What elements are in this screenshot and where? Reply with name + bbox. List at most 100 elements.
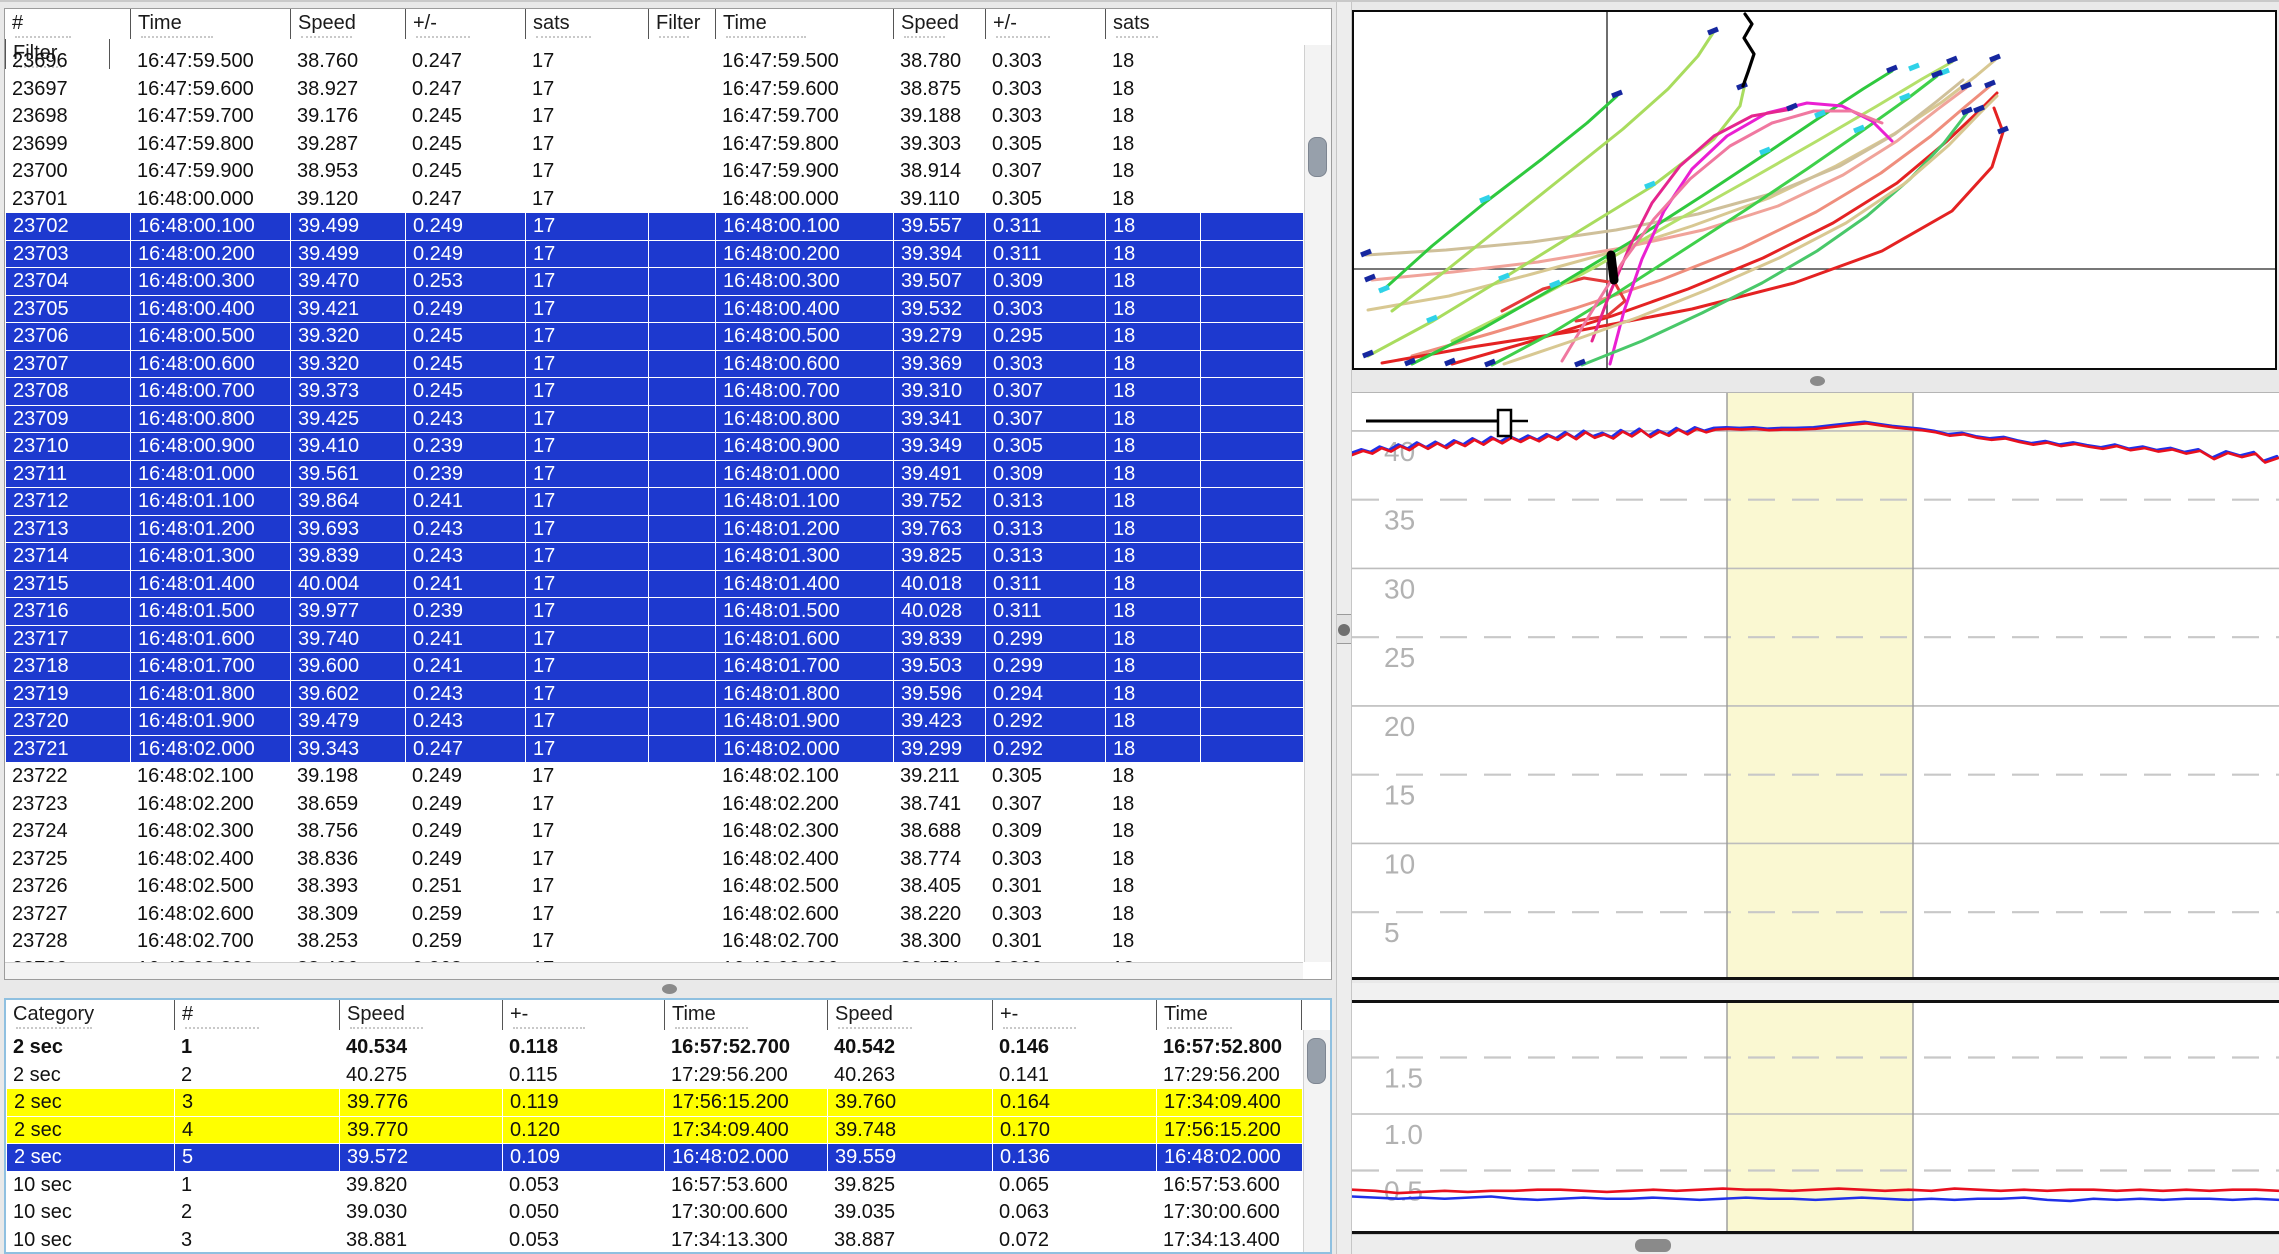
table-row[interactable]: 2 sec 3 39.776 0.119 17:56:15.200 39.760 0.164…: [6, 1089, 1302, 1117]
table-cell: 16:57:53.600: [671, 1173, 788, 1196]
map-splitter[interactable]: [1352, 370, 2277, 392]
column-header-[interactable]: +-: [502, 1000, 664, 1030]
table-cell: [1200, 680, 1303, 708]
table-row[interactable]: 23720 16:48:01.900 39.479 0.243 17 16:48:01.9…: [5, 708, 1303, 736]
column-header-time[interactable]: Time: [1156, 1000, 1302, 1030]
table-row[interactable]: 2 sec 4 39.770 0.120 17:34:09.400 39.748 0.170…: [6, 1116, 1302, 1144]
table-row[interactable]: 23717 16:48:01.600 39.740 0.241 17 16:48:01.6…: [5, 625, 1303, 653]
column-header-[interactable]: +/-: [405, 9, 525, 39]
track-map-panel[interactable]: [1352, 10, 2277, 370]
horizontal-splitter[interactable]: [0, 980, 1336, 998]
results-table-scrollbar[interactable]: [1303, 1030, 1330, 1252]
table-row[interactable]: 23700 16:47:59.900 38.953 0.245 17 16:47:59.9…: [5, 158, 1303, 186]
column-header-[interactable]: +/-: [985, 9, 1105, 39]
table-row[interactable]: 2 sec 1 40.534 0.118 16:57:52.700 40.542 0.146…: [6, 1034, 1302, 1062]
table-row[interactable]: 2 sec 2 40.275 0.115 17:29:56.200 40.263 0.141…: [6, 1062, 1302, 1090]
table-cell: [648, 680, 715, 708]
error-chart[interactable]: 1.51.00.5: [1352, 1003, 2279, 1231]
scrollbar-thumb[interactable]: [1308, 137, 1327, 177]
table-cell: 0.239: [405, 433, 525, 461]
column-header-time[interactable]: Time: [664, 1000, 827, 1030]
table-cell: 18: [1105, 735, 1200, 763]
table-row[interactable]: 10 sec 2 39.030 0.050 17:30:00.600 39.035 0.06…: [6, 1199, 1302, 1227]
table-cell: 39.491: [893, 460, 985, 488]
table-cell: 17: [532, 930, 555, 952]
table-cell: 16:48:00.100: [715, 213, 893, 241]
table-row[interactable]: 10 sec 3 38.881 0.053 17:34:13.300 38.887 0.07…: [6, 1227, 1302, 1254]
trackpoint-table-body[interactable]: 23696 16:47:59.500 38.760 0.247 17 16:47:59.5…: [5, 48, 1303, 964]
vertical-splitter[interactable]: [1336, 2, 1352, 1254]
table-cell: 0.245: [412, 105, 463, 127]
table-row[interactable]: 23728 16:48:02.700 38.253 0.259 17 16:48:02.7…: [5, 928, 1303, 956]
track-map[interactable]: [1354, 12, 2275, 368]
table-cell: 16:47:59.500: [722, 50, 839, 72]
table-cell: [648, 570, 715, 598]
scrollbar-thumb[interactable]: [1635, 1239, 1671, 1252]
table-row[interactable]: 23705 16:48:00.400 39.421 0.249 17 16:48:00.4…: [5, 295, 1303, 323]
table-row[interactable]: 23712 16:48:01.100 39.864 0.241 17 16:48:01.1…: [5, 488, 1303, 516]
table-row[interactable]: 23727 16:48:02.600 38.309 0.259 17 16:48:02.6…: [5, 901, 1303, 929]
results-table-body[interactable]: 2 sec 1 40.534 0.118 16:57:52.700 40.542 0.146…: [6, 1034, 1302, 1254]
table-row[interactable]: 23699 16:47:59.800 39.287 0.245 17 16:47:59.8…: [5, 131, 1303, 159]
column-header-[interactable]: #: [5, 9, 130, 39]
table-row[interactable]: 23713 16:48:01.200 39.693 0.243 17 16:48:01.2…: [5, 515, 1303, 543]
table-row[interactable]: 23726 16:48:02.500 38.393 0.251 17 16:48:02.5…: [5, 873, 1303, 901]
table-row[interactable]: 23721 16:48:02.000 39.343 0.247 17 16:48:02.0…: [5, 735, 1303, 763]
table-row[interactable]: 23724 16:48:02.300 38.756 0.249 17 16:48:02.3…: [5, 818, 1303, 846]
table-row[interactable]: 10 sec 1 39.820 0.053 16:57:53.600 39.825 0.06…: [6, 1172, 1302, 1200]
trackpoint-table-hscroll[interactable]: [5, 962, 1303, 979]
zoom-slider-handle[interactable]: [1496, 408, 1513, 438]
table-cell: 39.557: [893, 213, 985, 241]
table-row[interactable]: 23707 16:48:00.600 39.320 0.245 17 16:48:00.6…: [5, 350, 1303, 378]
table-row[interactable]: 23704 16:48:00.300 39.470 0.253 17 16:48:00.3…: [5, 268, 1303, 296]
column-header-speed[interactable]: Speed: [339, 1000, 502, 1030]
splitter-grip-icon[interactable]: [1810, 376, 1825, 386]
table-row[interactable]: 2 sec 5 39.572 0.109 16:48:02.000 39.559 0.136…: [6, 1144, 1302, 1172]
splitter-grip-icon[interactable]: [662, 984, 677, 994]
column-header-sats[interactable]: sats: [1105, 9, 1200, 39]
table-row[interactable]: 23701 16:48:00.000 39.120 0.247 17 16:48:00.0…: [5, 186, 1303, 214]
column-header-time[interactable]: Time: [130, 9, 290, 39]
table-row[interactable]: 23714 16:48:01.300 39.839 0.243 17 16:48:01.3…: [5, 543, 1303, 571]
table-row[interactable]: 23718 16:48:01.700 39.600 0.241 17 16:48:01.7…: [5, 653, 1303, 681]
table-row[interactable]: 23702 16:48:00.100 39.499 0.249 17 16:48:00.1…: [5, 213, 1303, 241]
column-header-sats[interactable]: sats: [525, 9, 648, 39]
table-row[interactable]: 23711 16:48:01.000 39.561 0.239 17 16:48:01.0…: [5, 460, 1303, 488]
table-cell: 40.542: [834, 1036, 896, 1058]
table-row[interactable]: 23708 16:48:00.700 39.373 0.245 17 16:48:00.7…: [5, 378, 1303, 406]
trackpoint-table-scrollbar[interactable]: [1304, 45, 1331, 962]
table-row[interactable]: 23716 16:48:01.500 39.977 0.239 17 16:48:01.5…: [5, 598, 1303, 626]
splitter-grip[interactable]: [1337, 614, 1351, 644]
table-cell: 23701: [12, 187, 68, 210]
table-row[interactable]: 23725 16:48:02.400 38.836 0.249 17 16:48:02.4…: [5, 846, 1303, 874]
column-header-category[interactable]: Category: [6, 1000, 174, 1030]
table-row[interactable]: 23719 16:48:01.800 39.602 0.243 17 16:48:01.8…: [5, 680, 1303, 708]
table-row[interactable]: 23710 16:48:00.900 39.410 0.239 17 16:48:00.9…: [5, 433, 1303, 461]
table-row[interactable]: 23709 16:48:00.800 39.425 0.243 17 16:48:00.8…: [5, 405, 1303, 433]
column-header-filter[interactable]: Filter: [648, 9, 715, 39]
table-row[interactable]: 23715 16:48:01.400 40.004 0.241 17 16:48:01.4…: [5, 570, 1303, 598]
table-cell: 16:48:01.900: [715, 708, 893, 736]
table-row[interactable]: 23722 16:48:02.100 39.198 0.249 17 16:48:02.1…: [5, 763, 1303, 791]
table-row[interactable]: 23696 16:47:59.500 38.760 0.247 17 16:47:59.5…: [5, 48, 1303, 76]
table-row[interactable]: 23723 16:48:02.200 38.659 0.249 17 16:48:02.2…: [5, 791, 1303, 819]
column-header-speed[interactable]: Speed: [893, 9, 985, 39]
table-row[interactable]: 23706 16:48:00.500 39.320 0.245 17 16:48:00.5…: [5, 323, 1303, 351]
table-row[interactable]: 23703 16:48:00.200 39.499 0.249 17 16:48:00.2…: [5, 240, 1303, 268]
speed-chart[interactable]: 403530252015105: [1352, 393, 2279, 977]
column-header-speed[interactable]: Speed: [290, 9, 405, 39]
column-header-[interactable]: #: [174, 1000, 339, 1030]
column-header-[interactable]: +-: [992, 1000, 1156, 1030]
table-cell: [1200, 735, 1303, 763]
chart-hscrollbar[interactable]: [1352, 1234, 2279, 1254]
speed-chart-panel[interactable]: 40 35 30 25 20 15 10 5: [1352, 392, 2279, 980]
error-chart-panel[interactable]: 1.5 1.0 0.5: [1352, 1000, 2279, 1234]
scrollbar-thumb[interactable]: [1307, 1038, 1326, 1084]
column-header-speed[interactable]: Speed: [827, 1000, 992, 1030]
table-cell: 39.035: [834, 1201, 896, 1223]
table-cell: 18: [1112, 792, 1135, 815]
table-cell: 18: [1112, 160, 1135, 182]
table-row[interactable]: 23697 16:47:59.600 38.927 0.247 17 16:47:59.6…: [5, 76, 1303, 104]
column-header-time[interactable]: Time: [715, 9, 893, 39]
table-row[interactable]: 23698 16:47:59.700 39.176 0.245 17 16:47:59.7…: [5, 103, 1303, 131]
